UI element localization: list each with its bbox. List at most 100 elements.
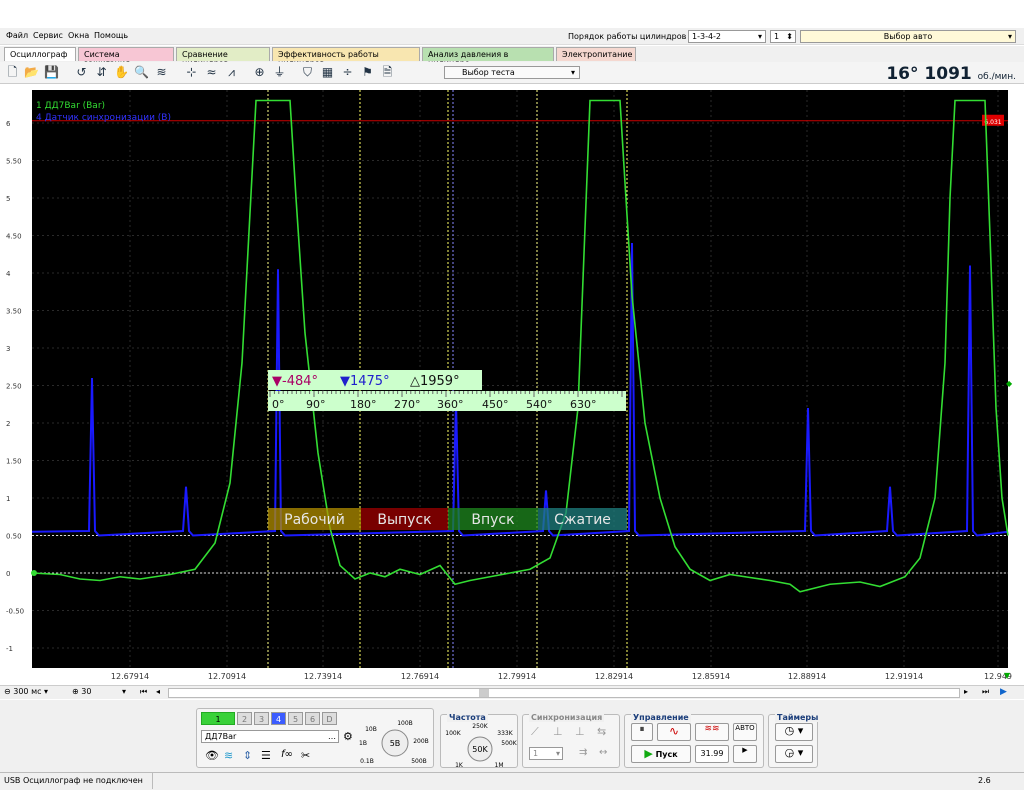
channel-d-button[interactable]: D: [322, 712, 337, 725]
auto-record-button[interactable]: АВТО: [733, 723, 757, 741]
rpm-readout: 16° 1091 об./мин.: [886, 64, 1016, 84]
channel-1-button[interactable]: 1: [201, 712, 235, 725]
sync-level-icon[interactable]: ⇉: [579, 747, 587, 758]
start-button[interactable]: ▶ Пуск: [631, 745, 691, 763]
channel-2-button[interactable]: 2: [237, 712, 252, 725]
sync-move-icon[interactable]: ↔: [599, 747, 607, 758]
new-file-icon[interactable]: 🗋: [5, 65, 20, 80]
count-dropdown-icon[interactable]: ▾: [122, 687, 126, 696]
play-icon[interactable]: ▶: [1000, 687, 1007, 697]
first-page-icon[interactable]: ⏮: [140, 687, 147, 697]
oscilloscope-plot[interactable]: 6 5.50 5 4.50 4 3.50 3 2.50 2 1.50 1 0.50 0 -0.50 -1 12…: [0, 86, 1016, 684]
sine-wave-icon: ∿: [668, 724, 680, 738]
range-knob[interactable]: 5В 10В 100В 1В 200В 0.1В 500В: [357, 713, 433, 769]
filter-icon[interactable]: ⛉: [300, 65, 315, 80]
frequency-knob[interactable]: 50K 250K 100K 333K 500K 1K 1M: [441, 719, 519, 769]
menu-service[interactable]: Сервис: [33, 31, 63, 40]
channel-4-button[interactable]: 4: [271, 712, 286, 725]
angle-ruler-label: 630°: [570, 398, 597, 411]
document-icon[interactable]: 🗎: [380, 65, 395, 80]
test-select[interactable]: Выбор теста ▾: [444, 66, 580, 79]
zoom-icon[interactable]: 🔍: [134, 65, 149, 80]
right-edge-marker: ◆: [1006, 379, 1013, 388]
sync-group: Синхронизация ⟋ ⊥ ⊥ ⇆ 1 ▾ ⇉ ↔: [522, 713, 620, 768]
scroll-left-icon[interactable]: ◂: [156, 687, 160, 696]
cylinder-order-label: Порядок работы цилиндров: [568, 32, 687, 41]
status-connection: USB Осциллограф не подключен: [4, 776, 143, 785]
ground-icon[interactable]: ⏚: [272, 65, 287, 80]
channel-6-button[interactable]: 6: [305, 712, 320, 725]
tab-2[interactable]: Сравнение цилиндров: [176, 47, 270, 68]
scroll-thumb[interactable]: [479, 689, 489, 697]
status-divider: [152, 773, 153, 789]
sync-auto-icon[interactable]: ⇆: [597, 725, 606, 738]
legend-channel-4: 4 Датчик синхронизации (В): [36, 113, 171, 123]
multi-wave-icon[interactable]: ≈: [204, 65, 219, 80]
spectrum-icon[interactable]: ⩘: [224, 65, 239, 80]
eye-icon[interactable]: 👁: [205, 749, 219, 762]
menu-help[interactable]: Помощь: [94, 31, 128, 40]
x-tick-label: 12.76914: [401, 672, 439, 681]
expand-icon[interactable]: ⊹: [184, 65, 199, 80]
wave-filter-icon[interactable]: ≋: [224, 749, 233, 762]
y-tick-label: 3.50: [6, 308, 22, 316]
rpm-unit: об./мин.: [977, 72, 1016, 82]
tab-3[interactable]: Эффективность работы цилиндров: [272, 47, 420, 68]
sync-edge-icon[interactable]: ⊥: [553, 725, 563, 738]
freq-label-1m: 1M: [495, 762, 504, 769]
menu-windows[interactable]: Окна: [68, 31, 89, 40]
angle-ruler-label: 0°: [272, 398, 285, 411]
sync-pulse-icon[interactable]: ⊥: [575, 725, 585, 738]
timebase-control[interactable]: ⊖ 300 мс ▾: [4, 687, 48, 696]
vertical-move-icon[interactable]: ⇕: [243, 749, 252, 762]
auto-play-button[interactable]: ▶: [733, 745, 757, 763]
freq-label-500k: 500K: [501, 740, 517, 747]
tab-1[interactable]: Система зажигания: [78, 47, 174, 68]
timer-start-button[interactable]: ◷ ▾: [775, 723, 813, 741]
hand-icon[interactable]: ✋: [114, 65, 129, 80]
y-tick-label: -1: [6, 645, 13, 653]
sync-rising-icon[interactable]: ⟋: [531, 725, 539, 739]
flag-icon[interactable]: ⚑: [360, 65, 375, 80]
open-folder-icon[interactable]: 📂: [24, 65, 39, 80]
probe-icon[interactable]: ⊕: [252, 65, 267, 80]
auto-scale-icon[interactable]: ≋: [154, 65, 169, 80]
tab-0[interactable]: Осциллограф: [4, 47, 76, 61]
channel-3-button[interactable]: 3: [254, 712, 269, 725]
function-icon[interactable]: f∞: [281, 749, 293, 760]
plot-area[interactable]: [32, 90, 1008, 668]
sensor-select[interactable]: ДД7Bar…: [201, 730, 339, 743]
timer-stop-button[interactable]: ◶ ▾: [775, 745, 813, 763]
last-page-icon[interactable]: ⏭: [982, 687, 989, 697]
scroll-right-icon[interactable]: ▸: [964, 687, 968, 696]
lines-icon[interactable]: ☰: [261, 749, 271, 762]
count-control[interactable]: ⊕ 30: [72, 687, 91, 696]
scroll-track[interactable]: [168, 688, 960, 698]
cylinder-number-stepper[interactable]: 1 ⬍: [770, 30, 796, 43]
tab-5[interactable]: Электропитание: [556, 47, 636, 61]
cursor-loop-icon[interactable]: ↺: [74, 65, 89, 80]
chevron-down-icon: ▾: [757, 32, 762, 41]
sensor-settings-icon[interactable]: ⚙: [343, 730, 353, 743]
save-icon[interactable]: 💾: [44, 65, 59, 80]
sync-channel-select[interactable]: 1 ▾: [529, 747, 563, 760]
cursor-vertical-icon[interactable]: ⇵: [94, 65, 109, 80]
range-label-100v: 100В: [397, 720, 413, 727]
threshold-value: 6.031: [984, 119, 1001, 126]
y-tick-label: 3: [6, 345, 10, 353]
y-tick-label: 1.50: [6, 458, 22, 466]
pause-button[interactable]: ⏸: [631, 723, 653, 741]
menu-file[interactable]: Файл: [6, 31, 28, 40]
scope-canvas[interactable]: 6 5.50 5 4.50 4 3.50 3 2.50 2 1.50 1 0.50 0 -0.50 -1 12…: [0, 86, 1016, 684]
tools-icon[interactable]: ✂: [301, 749, 310, 762]
auto-select[interactable]: Выбор авто ▾: [800, 30, 1016, 43]
channel-5-button[interactable]: 5: [288, 712, 303, 725]
phase-label: Выпуск: [377, 512, 431, 528]
cylinder-order-select[interactable]: 1-3-4-2 ▾: [688, 30, 766, 43]
divide-icon[interactable]: ÷: [340, 65, 355, 80]
wave-mode-button[interactable]: ∿: [657, 723, 691, 741]
grid-icon[interactable]: ▦: [320, 65, 335, 80]
range-knob-value: 5В: [390, 739, 401, 748]
tab-4[interactable]: Анализ давления в цилиндре: [422, 47, 554, 68]
multi-wave-button[interactable]: ≋≋: [695, 723, 729, 741]
